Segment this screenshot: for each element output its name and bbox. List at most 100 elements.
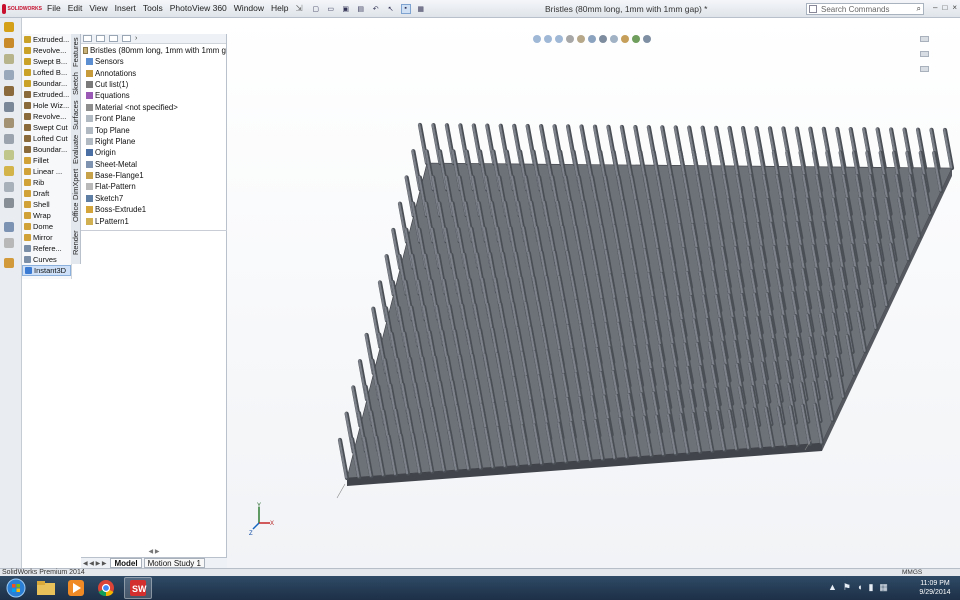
menu-help[interactable]: Help xyxy=(271,3,288,14)
tree-node[interactable]: Right Plane xyxy=(81,136,226,147)
tree-node[interactable]: Sheet-Metal xyxy=(81,159,226,170)
feature-manager-tab-icon[interactable] xyxy=(83,35,92,42)
command-item[interactable]: Extruded... xyxy=(22,34,71,45)
revolve-cut-icon[interactable] xyxy=(4,118,14,128)
tree-node[interactable]: Annotations xyxy=(81,67,226,78)
dimxpert-manager-tab-icon[interactable] xyxy=(122,35,131,42)
taskbar-chrome[interactable] xyxy=(92,577,120,599)
command-item[interactable]: Boundar... xyxy=(22,144,71,155)
unit-system[interactable]: MMGS xyxy=(902,569,922,576)
tree-root-part[interactable]: Bristles (80mm long, 1mm with 1mm g xyxy=(81,44,226,56)
command-item[interactable]: Extruded... xyxy=(22,89,71,100)
search-scope-icon[interactable] xyxy=(809,5,817,13)
tab-sketch[interactable]: Sketch xyxy=(71,70,81,98)
taskbar-clock[interactable]: 11:09 PM 9/29/2014 xyxy=(912,579,958,597)
draft-icon[interactable] xyxy=(4,198,14,208)
command-item[interactable]: Instant3D xyxy=(22,265,71,276)
tree-node[interactable]: Material <not specified> xyxy=(81,102,226,113)
sweep-icon[interactable] xyxy=(4,54,14,64)
menu-tools[interactable]: Tools xyxy=(143,3,163,14)
tab-office-products[interactable]: Office Products xyxy=(71,202,81,222)
tree-node[interactable]: Flat-Pattern xyxy=(81,181,226,192)
taskbar-file-explorer[interactable] xyxy=(32,577,60,599)
close-button[interactable]: × xyxy=(952,3,957,12)
menu-insert[interactable]: Insert xyxy=(115,3,136,14)
fillet-icon[interactable] xyxy=(4,150,14,160)
select-icon[interactable]: ↖ xyxy=(386,4,396,14)
tray-show-hidden-icon[interactable]: ▲ xyxy=(828,582,837,593)
new-document-icon[interactable]: ▢ xyxy=(311,4,321,14)
tray-network-icon[interactable]: ▮ xyxy=(868,582,873,593)
command-item[interactable]: Boundar... xyxy=(22,78,71,89)
start-button[interactable] xyxy=(2,577,30,599)
linear-pattern-icon[interactable] xyxy=(4,166,14,176)
menu-view[interactable]: View xyxy=(89,3,107,14)
curves-icon[interactable] xyxy=(4,238,14,248)
tab-motion-study[interactable]: Motion Study 1 xyxy=(143,558,205,568)
instant3d-icon[interactable] xyxy=(4,258,14,268)
tab-render-tools[interactable]: Render Tools xyxy=(71,222,89,264)
command-item[interactable]: Revolve... xyxy=(22,45,71,56)
tree-node[interactable]: Equations xyxy=(81,90,226,101)
command-item[interactable]: Fillet xyxy=(22,155,71,166)
command-item[interactable]: Rib xyxy=(22,177,71,188)
options-icon[interactable]: ▦ xyxy=(416,4,426,14)
tab-model[interactable]: Model xyxy=(110,558,142,568)
undo-icon[interactable]: ↶ xyxy=(371,4,381,14)
command-item[interactable]: Lofted Cut xyxy=(22,133,71,144)
revolve-boss-icon[interactable] xyxy=(4,38,14,48)
tray-flag-icon[interactable]: ⚑ xyxy=(843,582,851,593)
command-item[interactable]: Swept Cut xyxy=(22,122,71,133)
rib-icon[interactable] xyxy=(4,182,14,192)
tab-surfaces[interactable]: Surfaces xyxy=(71,98,81,132)
extrude-boss-icon[interactable] xyxy=(4,22,14,32)
command-item[interactable]: Linear ... xyxy=(22,166,71,177)
hole-wizard-icon[interactable] xyxy=(4,102,14,112)
menu-pin-icon[interactable]: ⇲ xyxy=(296,3,303,14)
menu-edit[interactable]: Edit xyxy=(68,3,83,14)
open-icon[interactable]: ▭ xyxy=(326,4,336,14)
bristle-brush-model[interactable] xyxy=(227,18,960,568)
configuration-manager-tab-icon[interactable] xyxy=(109,35,118,42)
taskbar-media-player[interactable] xyxy=(62,577,90,599)
print-icon[interactable]: ▤ xyxy=(356,4,366,14)
rebuild-icon[interactable]: ▪ xyxy=(400,3,411,14)
tree-node[interactable]: Sensors xyxy=(81,56,226,67)
command-item[interactable]: Hole Wiz... xyxy=(22,100,71,111)
search-icon[interactable]: ⌕ xyxy=(917,4,921,14)
tray-language-icon[interactable]: ▦ xyxy=(879,582,888,593)
tree-node[interactable]: Sketch7 xyxy=(81,193,226,204)
solidworks-logo[interactable]: SOLIDWORKS xyxy=(0,0,42,18)
command-item[interactable]: Draft xyxy=(22,188,71,199)
extrude-cut-icon[interactable] xyxy=(4,86,14,96)
tab-dimxpert[interactable]: DimXpert xyxy=(71,166,81,202)
command-item[interactable]: Curves xyxy=(22,254,71,265)
tab-evaluate[interactable]: Evaluate xyxy=(71,132,81,166)
tree-node[interactable]: Front Plane xyxy=(81,113,226,124)
tree-node[interactable]: Base-Flange1 xyxy=(81,170,226,181)
tray-volume-icon[interactable]: ◖ xyxy=(857,582,862,593)
save-icon[interactable]: ▣ xyxy=(341,4,351,14)
tree-node[interactable]: Cut list(1) xyxy=(81,79,226,90)
command-item[interactable]: Lofted B... xyxy=(22,67,71,78)
tree-node[interactable]: Top Plane xyxy=(81,124,226,135)
tree-node[interactable]: LPattern1 xyxy=(81,215,226,226)
swept-cut-icon[interactable] xyxy=(4,134,14,144)
taskbar-solidworks[interactable]: SW xyxy=(124,577,152,599)
menu-window[interactable]: Window xyxy=(234,3,264,14)
minimize-button[interactable]: – xyxy=(933,3,937,12)
menu-file[interactable]: File xyxy=(47,3,61,14)
reference-geometry-icon[interactable] xyxy=(4,222,14,232)
command-item[interactable]: Wrap xyxy=(22,210,71,221)
tab-features[interactable]: Features xyxy=(71,34,81,70)
command-item[interactable]: Mirror xyxy=(22,232,71,243)
command-item[interactable]: Refere... xyxy=(22,243,71,254)
maximize-button[interactable]: □ xyxy=(942,3,947,12)
command-item[interactable]: Dome xyxy=(22,221,71,232)
loft-icon[interactable] xyxy=(4,70,14,80)
menu-photoview[interactable]: PhotoView 360 xyxy=(170,3,227,14)
property-manager-tab-icon[interactable] xyxy=(96,35,105,42)
tree-scroll-hint[interactable]: ◀ ▶ xyxy=(81,548,227,556)
command-item[interactable]: Swept B... xyxy=(22,56,71,67)
search-commands-box[interactable]: Search Commands ⌕ xyxy=(806,3,924,15)
